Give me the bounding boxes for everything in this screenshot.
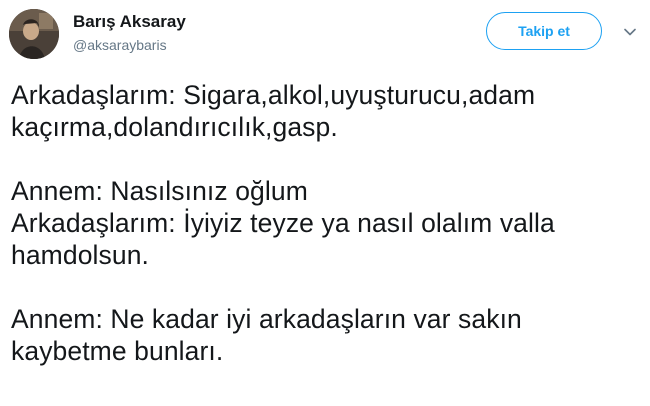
author-handle[interactable]: @aksaraybaris	[73, 37, 167, 53]
tweet-text-line: Arkadaşlarım: Sigara,alkol,uyuşturucu,ad…	[11, 80, 536, 110]
tweet-text-line: hamdolsun.	[11, 240, 150, 270]
chevron-down-icon[interactable]	[622, 24, 638, 40]
tweet-paragraph: Annem: Nasılsınız oğlum Arkadaşlarım: İy…	[11, 175, 643, 271]
tweet-text-line: kaçırma,dolandırıcılık,gasp.	[11, 112, 338, 142]
tweet-text: Arkadaşlarım: Sigara,alkol,uyuşturucu,ad…	[11, 79, 643, 367]
tweet-text-line: Annem: Ne kadar iyi arkadaşların var sak…	[11, 304, 522, 334]
tweet-text-line: Arkadaşlarım: İyiyiz teyze ya nasıl olal…	[11, 208, 555, 238]
avatar[interactable]	[9, 9, 59, 59]
tweet-text-line: kaybetme bunları.	[11, 336, 224, 366]
tweet-paragraph: Annem: Ne kadar iyi arkadaşların var sak…	[11, 303, 643, 367]
tweet-text-line: Annem: Nasılsınız oğlum	[11, 176, 308, 206]
follow-button[interactable]: Takip et	[486, 12, 602, 50]
tweet-card: Barış Aksaray @aksaraybaris Takip et Ark…	[0, 0, 650, 406]
avatar-photo-icon	[9, 9, 59, 59]
tweet-paragraph: Arkadaşlarım: Sigara,alkol,uyuşturucu,ad…	[11, 79, 643, 143]
author-name[interactable]: Barış Aksaray	[73, 12, 186, 32]
